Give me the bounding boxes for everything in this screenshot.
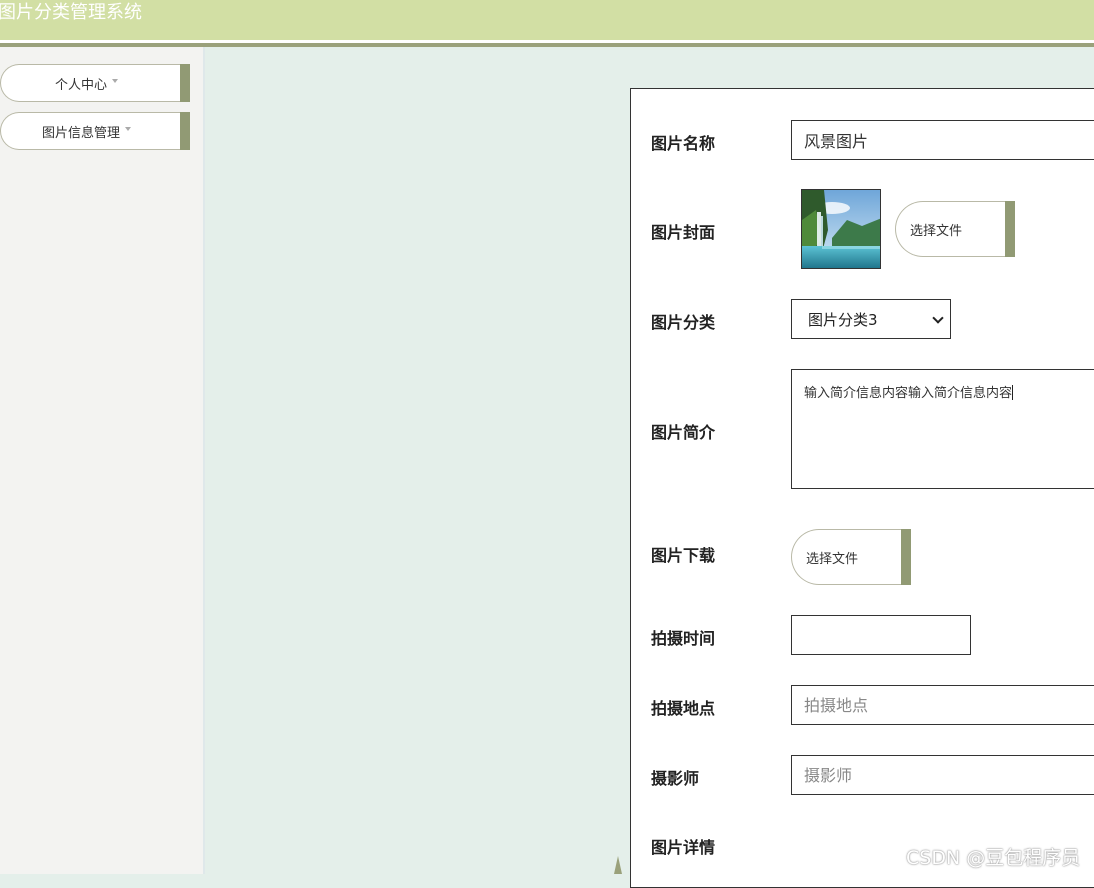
accent-bar <box>180 112 190 150</box>
location-input[interactable] <box>791 685 1094 725</box>
landscape-waterfall-image <box>802 190 880 268</box>
category-selected-value: 图片分类3 <box>808 310 878 329</box>
sidebar-item-label: 个人中心 <box>54 77 107 93</box>
name-label: 图片名称 <box>651 134 716 153</box>
download-label: 图片下载 <box>651 546 716 565</box>
choose-file-label: 选择文件 <box>806 551 859 567</box>
intro-text: 输入简介信息内容输入简介信息内容 <box>804 386 1013 401</box>
cover-thumbnail <box>801 189 881 269</box>
choose-file-label: 选择文件 <box>910 223 963 239</box>
sidebar: 个人中心 图片信息管理 <box>0 47 205 874</box>
intro-label: 图片简介 <box>651 423 716 442</box>
cover-label: 图片封面 <box>651 223 716 242</box>
caret-down-icon <box>125 127 131 131</box>
image-edit-form: 图片名称 图片封面 选择文件 <box>630 88 1094 888</box>
image-name-input[interactable] <box>791 120 1094 160</box>
intro-textarea[interactable]: 输入简介信息内容输入简介信息内容 <box>791 369 1094 489</box>
watermark-text: CSDN @豆包程序员 <box>906 847 1081 869</box>
decorative-triangle <box>614 856 622 874</box>
shoot-time-input[interactable] <box>791 615 971 655</box>
chevron-down-icon <box>932 312 944 324</box>
caret-down-icon <box>112 79 118 83</box>
details-label: 图片详情 <box>651 838 716 857</box>
download-choose-file-button[interactable]: 选择文件 <box>791 529 911 585</box>
sidebar-item-image-management[interactable]: 图片信息管理 <box>0 112 190 150</box>
cover-choose-file-button[interactable]: 选择文件 <box>895 201 1015 257</box>
sidebar-item-personal-center[interactable]: 个人中心 <box>0 64 190 102</box>
header-bar: 图片分类管理系统 <box>0 0 1094 40</box>
location-label: 拍摄地点 <box>651 699 716 718</box>
accent-bar <box>180 64 190 102</box>
accent-bar <box>1005 201 1015 257</box>
shoot-time-label: 拍摄时间 <box>651 629 716 648</box>
sidebar-item-label: 图片信息管理 <box>41 125 120 141</box>
app-title: 图片分类管理系统 <box>0 2 142 23</box>
accent-bar <box>901 529 911 585</box>
category-label: 图片分类 <box>651 313 716 332</box>
category-select[interactable]: 图片分类3 <box>791 299 951 339</box>
photographer-input[interactable] <box>791 755 1094 795</box>
text-cursor <box>1012 385 1014 400</box>
photographer-label: 摄影师 <box>651 769 700 788</box>
